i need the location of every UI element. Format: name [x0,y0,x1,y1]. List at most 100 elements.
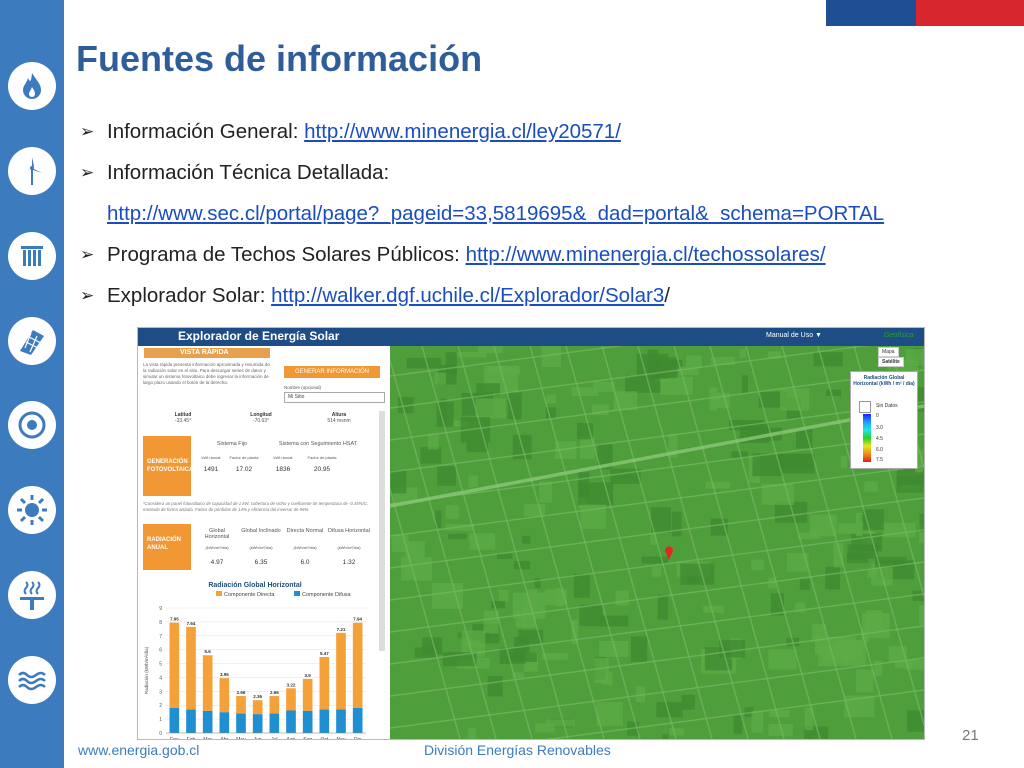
link-sec-portal[interactable]: http://www.sec.cl/portal/page?_pageid=33… [107,202,884,225]
explorer-topbar: Explorador de Energía Solar Manual de Us… [138,328,924,346]
city-block [573,573,590,598]
city-block [733,715,743,734]
bar-difusa [352,708,363,733]
city-block [822,636,856,663]
city-block [514,560,531,570]
bullet-informacion-tecnica: ➢ Información Técnica Detallada: [80,158,1000,199]
city-block [535,723,555,733]
map-type-satelite-button[interactable]: Satélite [878,357,904,367]
name-label: Nombre (opcional) [284,385,322,390]
city-block [541,346,562,367]
x-tick-label: Abr [220,737,228,740]
geofisica-logo: Geofísica [884,332,914,339]
city-block [837,523,857,534]
bar-directa [236,696,246,714]
rad-header: Difusa Horizontal [328,528,370,534]
map-type-mapa-button[interactable]: Mapa [878,347,899,357]
city-block [739,349,747,359]
city-block [600,615,629,627]
vista-rapida-panel: VISTA RÁPIDA La vista rápida presenta in… [138,346,390,739]
link-ley20571[interactable]: http://www.minenergia.cl/ley20571/ [304,120,621,143]
city-block [651,507,672,533]
y-tick-label: 4 [159,675,162,681]
city-block [464,641,482,647]
bar-total-label: 3.22 [287,682,296,687]
city-block [428,433,439,450]
x-tick-label: Sep [303,737,312,740]
name-field[interactable]: Mi Sitio [284,392,385,403]
city-block [768,649,797,670]
city-block [813,352,843,367]
bullet-techos-solares: ➢ Programa de Techos Solares Públicos: h… [80,240,1000,281]
city-block [390,470,407,494]
explorer-app-title: Explorador de Energía Solar [178,329,340,343]
slide-title: Fuentes de información [76,38,483,79]
bar-total-label: 7.95 [170,617,179,622]
x-tick-label: Jul [271,737,277,740]
rad-unit: (kWh/m²/día) [249,545,273,550]
city-block [669,728,684,736]
x-tick-label: May [236,737,246,740]
link-techossolares[interactable]: http://www.minenergia.cl/techossolares/ [466,243,826,266]
bar-difusa [236,713,246,733]
y-tick-label: 1 [159,717,162,723]
city-block [681,694,695,710]
city-block [798,532,820,540]
city-block [662,734,669,739]
bar-difusa [219,712,230,733]
city-block [487,676,503,697]
city-block [468,475,478,488]
bar-total-label: 2.66 [270,690,279,695]
bullet-label: Información Técnica Detallada: [107,161,390,184]
bar-directa [352,622,363,708]
legend-no-data-label: Sin Datos [876,403,898,409]
sistema-fijo-header: Sistema Fijo [216,441,248,447]
x-tick-label: Jun [254,737,262,740]
city-block [840,455,848,469]
x-tick-label: Oct [320,737,328,740]
city-block [647,349,659,373]
bar-total-label: 5.6 [205,649,212,654]
city-block [651,566,662,577]
legend-label: Componente Difusa [302,592,352,598]
city-block [475,398,507,419]
page-number: 21 [962,727,979,744]
panel-scrollbar[interactable] [379,411,385,651]
legend-colorbar [863,414,871,462]
bar-difusa [269,713,280,733]
coordinates-row: Latitud -33.45° Longitud -70.63° Altura 514… [143,412,378,432]
arrow-bullet-icon: ➢ [80,245,95,264]
column-icon [8,232,56,280]
city-block [437,465,457,486]
rad-header: Directa Normal [286,528,324,534]
rad-value: 1.32 [342,559,356,566]
city-block [641,556,669,564]
city-block [751,711,763,733]
city-block [596,702,623,727]
satellite-map[interactable] [390,346,924,739]
city-block [445,505,459,519]
city-block [631,636,648,662]
city-block [825,566,841,590]
city-block [406,357,441,369]
latitude: Latitud -33.45° [174,412,192,424]
altitude: Altura 514 msnm [327,412,351,424]
sun-icon [8,486,56,534]
vista-rapida-tab[interactable]: VISTA RÁPIDA [144,348,270,358]
solar-panel-icon [8,317,56,365]
generar-informacion-button[interactable]: GENERAR INFORMACIÓN [284,366,380,378]
city-block [594,658,609,684]
bar-total-label: 2.66 [237,690,246,695]
city-block [861,613,890,639]
legend-label: Componente Directa [224,592,275,598]
link-explorador-solar[interactable]: http://walker.dgf.uchile.cl/Explorador/S… [271,284,664,307]
longitude: Longitud -70.63° [250,412,272,424]
map-type-toggle: MapaSatélite [877,347,924,367]
x-tick-label: Ago [287,737,296,740]
city-block [741,375,748,393]
legend-tick: 7.5 [876,457,883,463]
manual-de-uso-menu[interactable]: Manual de Uso ▼ [766,332,822,339]
city-block [401,557,433,581]
bar-difusa [169,708,180,733]
x-tick-label: Ene [170,737,179,740]
